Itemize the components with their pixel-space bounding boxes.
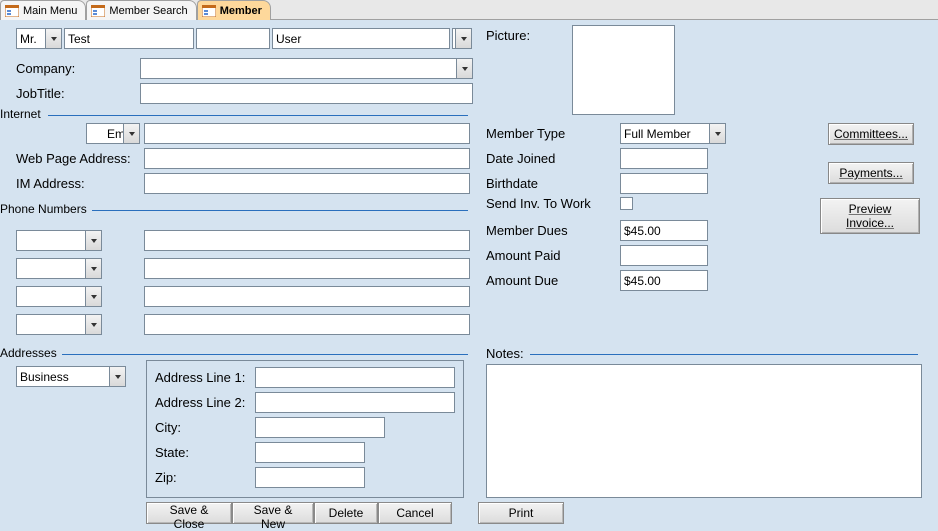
- company-label: Company:: [16, 61, 140, 76]
- phone-type-input[interactable]: [16, 314, 102, 335]
- phone-type-input[interactable]: [16, 230, 102, 251]
- state-input[interactable]: [255, 442, 365, 463]
- jobtitle-input[interactable]: [140, 83, 473, 104]
- address-block: Address Line 1: Address Line 2: City: St…: [146, 360, 464, 498]
- section-line: [48, 115, 468, 116]
- form-icon: [5, 5, 19, 17]
- phone-value-input[interactable]: [144, 230, 470, 251]
- city-input[interactable]: [255, 417, 385, 438]
- phone-type-combo[interactable]: [16, 314, 102, 335]
- save-new-button[interactable]: Save & New: [232, 502, 314, 524]
- company-input[interactable]: [140, 58, 473, 79]
- addr-line1-label: Address Line 1:: [155, 370, 255, 385]
- phone-value-input[interactable]: [144, 314, 470, 335]
- form-icon: [91, 5, 105, 17]
- birthdate-input[interactable]: [620, 173, 708, 194]
- title-combo-input[interactable]: [16, 28, 62, 49]
- delete-button[interactable]: Delete: [314, 502, 378, 524]
- imaddress-label: IM Address:: [16, 176, 144, 191]
- phone-value-input[interactable]: [144, 258, 470, 279]
- send-inv-label: Send Inv. To Work: [486, 196, 620, 211]
- phone-type-combo[interactable]: [16, 286, 102, 307]
- tab-label: Main Menu: [23, 5, 77, 17]
- middle-name-input[interactable]: [196, 28, 270, 49]
- date-joined-label: Date Joined: [486, 151, 620, 166]
- last-name-input[interactable]: [272, 28, 450, 49]
- addr-line2-input[interactable]: [255, 392, 455, 413]
- picture-label: Picture:: [486, 28, 530, 43]
- print-button[interactable]: Print: [478, 502, 564, 524]
- phone-type-combo[interactable]: [16, 258, 102, 279]
- jobtitle-label: JobTitle:: [16, 86, 140, 101]
- cancel-button[interactable]: Cancel: [378, 502, 452, 524]
- tab-label: Member Search: [109, 5, 187, 17]
- first-name-input[interactable]: [64, 28, 194, 49]
- member-dues-input[interactable]: [620, 220, 708, 241]
- notes-textarea[interactable]: [486, 364, 922, 498]
- preview-invoice-button[interactable]: Preview Invoice...: [820, 198, 920, 234]
- email-type-input[interactable]: [86, 123, 140, 144]
- webpage-label: Web Page Address:: [16, 151, 144, 166]
- city-label: City:: [155, 420, 255, 435]
- payments-button[interactable]: Payments...: [828, 162, 914, 184]
- tab-label: Member: [220, 5, 262, 17]
- member-type-label: Member Type: [486, 126, 620, 141]
- email-type-combo[interactable]: [86, 123, 140, 144]
- notes-label: Notes:: [486, 346, 524, 361]
- member-type-combo[interactable]: [620, 123, 726, 144]
- committees-button[interactable]: Committees...: [828, 123, 914, 145]
- phone-type-input[interactable]: [16, 258, 102, 279]
- addr-line1-input[interactable]: [255, 367, 455, 388]
- amount-paid-input[interactable]: [620, 245, 708, 266]
- tab-bar: Main Menu Member Search Member: [0, 0, 938, 20]
- address-type-input[interactable]: [16, 366, 126, 387]
- phone-type-input[interactable]: [16, 286, 102, 307]
- email-input[interactable]: [144, 123, 470, 144]
- phone-type-combo[interactable]: [16, 230, 102, 251]
- section-line: [62, 354, 468, 355]
- phone-value-input[interactable]: [144, 286, 470, 307]
- addr-line2-label: Address Line 2:: [155, 395, 255, 410]
- imaddress-input[interactable]: [144, 173, 470, 194]
- member-dues-label: Member Dues: [486, 223, 620, 238]
- picture-box[interactable]: [572, 25, 675, 115]
- addresses-section-title: Addresses: [0, 346, 59, 360]
- tab-member-search[interactable]: Member Search: [86, 0, 196, 20]
- form-icon: [202, 5, 216, 17]
- section-line: [530, 354, 918, 355]
- amount-due-input[interactable]: [620, 270, 708, 291]
- webpage-input[interactable]: [144, 148, 470, 169]
- save-close-button[interactable]: Save & Close: [146, 502, 232, 524]
- amount-due-label: Amount Due: [486, 273, 620, 288]
- section-line: [92, 210, 468, 211]
- internet-section-title: Internet: [0, 107, 43, 121]
- send-inv-checkbox[interactable]: [620, 197, 633, 210]
- suffix-input[interactable]: [452, 28, 472, 49]
- zip-input[interactable]: [255, 467, 365, 488]
- birthdate-label: Birthdate: [486, 176, 620, 191]
- amount-paid-label: Amount Paid: [486, 248, 620, 263]
- bottom-toolbar: Save & Close Save & New Delete Cancel Pr…: [146, 502, 564, 524]
- company-combo[interactable]: [140, 58, 473, 79]
- zip-label: Zip:: [155, 470, 255, 485]
- form-body: Company: JobTitle: Picture: Internet Web…: [0, 20, 938, 531]
- phone-section-title: Phone Numbers: [0, 202, 89, 216]
- date-joined-input[interactable]: [620, 148, 708, 169]
- address-type-combo[interactable]: [16, 366, 126, 387]
- member-type-input[interactable]: [620, 123, 726, 144]
- tab-member[interactable]: Member: [197, 0, 271, 20]
- title-combo[interactable]: [16, 28, 62, 49]
- state-label: State:: [155, 445, 255, 460]
- tab-main-menu[interactable]: Main Menu: [0, 0, 86, 20]
- suffix-combo[interactable]: [452, 28, 472, 49]
